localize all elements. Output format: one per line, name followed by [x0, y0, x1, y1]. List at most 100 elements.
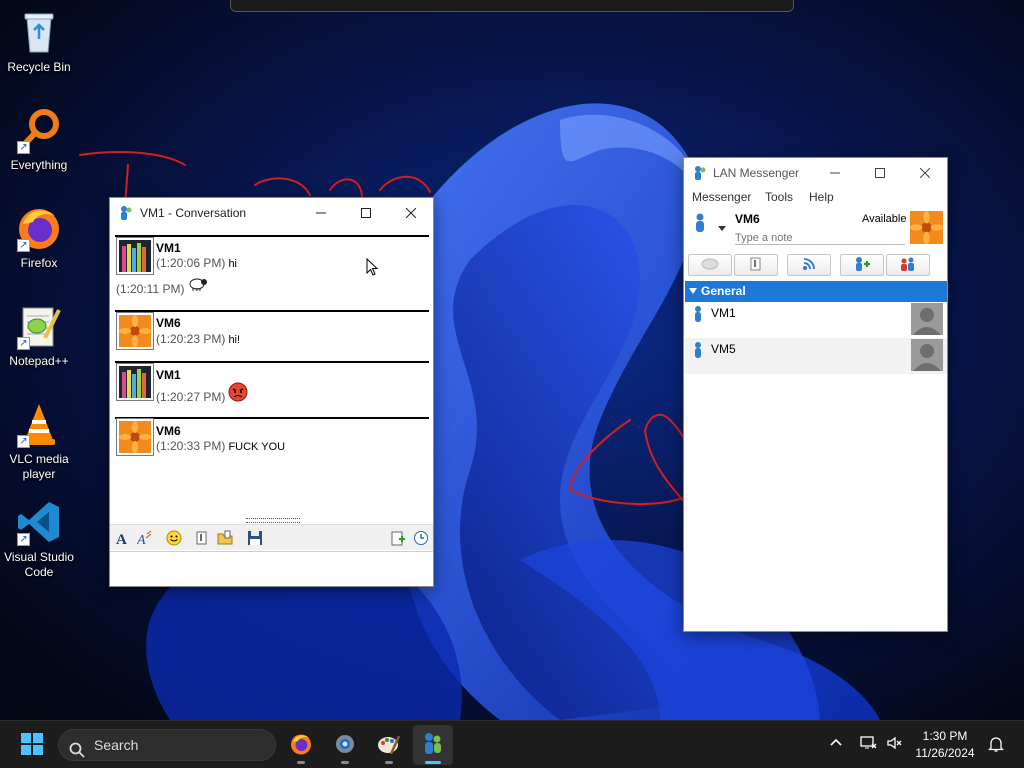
- menu-messenger[interactable]: Messenger: [692, 190, 751, 204]
- broadcast-icon: [801, 256, 817, 275]
- avatar: [116, 312, 154, 350]
- desktop-icon-label: Recycle Bin: [7, 60, 71, 74]
- message-separator: [115, 310, 429, 312]
- user-name: VM6: [735, 212, 760, 226]
- desktop-icon-everything[interactable]: ↗ Everything: [2, 106, 76, 173]
- firefox-icon: ↗: [15, 204, 63, 252]
- clock-time[interactable]: 1:30 PM: [912, 729, 978, 743]
- vscode-icon: ↗: [15, 498, 63, 546]
- close-button[interactable]: [902, 158, 948, 188]
- lan-messenger-window[interactable]: LAN Messenger Messenger Tools Help VM6 A…: [683, 157, 948, 632]
- running-indicator: [297, 761, 305, 764]
- note-input[interactable]: [735, 231, 905, 245]
- volume-muted-icon: [886, 736, 904, 754]
- running-indicator: [385, 761, 393, 764]
- group-button[interactable]: [886, 254, 930, 276]
- volume-button[interactable]: [886, 735, 904, 754]
- svg-text:A: A: [116, 532, 127, 546]
- everything-search-icon: ↗: [15, 106, 63, 154]
- desktop-icon-label: Notepad++: [9, 354, 69, 368]
- splitter-handle[interactable]: [246, 518, 300, 523]
- desktop-icon-vscode[interactable]: ↗ Visual Studio Code: [2, 498, 76, 580]
- status-dropdown-arrow-icon[interactable]: [718, 220, 726, 234]
- message-input[interactable]: [110, 551, 433, 586]
- contact-item[interactable]: VM1: [685, 302, 947, 338]
- taskbar-app-firefox[interactable]: [281, 725, 321, 765]
- font-icon[interactable]: A: [115, 530, 131, 546]
- close-button[interactable]: [388, 198, 434, 228]
- contact-avatar: [911, 303, 943, 335]
- smiley-icon[interactable]: [166, 530, 182, 546]
- message-text: hi!: [228, 334, 241, 346]
- desktop-icon-firefox[interactable]: ↗ Firefox: [2, 204, 76, 271]
- search-icon: [69, 738, 85, 768]
- notifications-button[interactable]: [987, 735, 1005, 756]
- minimize-button[interactable]: [812, 158, 858, 188]
- conversation-window[interactable]: VM1 - Conversation VM1 (1:20:06 PM) hi (…: [109, 197, 434, 587]
- send-file-icon[interactable]: [194, 530, 210, 546]
- menu-help[interactable]: Help: [809, 190, 834, 204]
- maximize-button[interactable]: [343, 198, 389, 228]
- message-separator: [115, 361, 429, 363]
- message-line: (1:20:27 PM): [156, 390, 225, 404]
- contact-status-icon: [694, 342, 702, 361]
- status-label[interactable]: Available: [862, 213, 906, 225]
- export-icon[interactable]: [390, 530, 406, 546]
- group-icon: [899, 256, 917, 275]
- recycle-bin-icon: [15, 8, 63, 56]
- save-icon[interactable]: [247, 530, 263, 546]
- desktop-icon-recycle-bin[interactable]: Recycle Bin: [2, 8, 76, 75]
- lan-messenger-titlebar[interactable]: LAN Messenger: [684, 158, 947, 188]
- top-window-edge: [230, 0, 794, 12]
- add-contact-button[interactable]: [840, 254, 884, 276]
- user-status-icon[interactable]: [694, 213, 708, 236]
- contact-item[interactable]: VM5: [685, 338, 947, 374]
- menu-tools[interactable]: Tools: [765, 190, 793, 204]
- svg-text:A: A: [137, 533, 146, 546]
- maximize-button[interactable]: [857, 158, 903, 188]
- running-indicator: [425, 761, 441, 764]
- window-title: LAN Messenger: [713, 166, 800, 180]
- broadcast-button[interactable]: [787, 254, 831, 276]
- message-sender: VM1: [156, 241, 181, 255]
- clock-date[interactable]: 11/26/2024: [912, 746, 978, 760]
- message-line: (1:20:11 PM): [116, 282, 184, 296]
- send-folder-icon[interactable]: [217, 530, 233, 546]
- message-time: (1:20:11 PM): [116, 282, 185, 296]
- desktop-icon-label: VLC media player: [9, 452, 69, 481]
- group-header-general[interactable]: General: [685, 281, 947, 302]
- start-button[interactable]: [12, 725, 52, 765]
- message-history[interactable]: VM1 (1:20:06 PM) hi (1:20:11 PM) VM6 (1:…: [110, 228, 433, 518]
- send-file-button[interactable]: [734, 254, 778, 276]
- taskbar: Search 1:30 PM 11/26/2024: [0, 720, 1024, 768]
- font-style-icon[interactable]: A: [137, 530, 153, 546]
- message-sender: VM1: [156, 368, 181, 382]
- taskbar-app-lan-messenger[interactable]: [413, 725, 453, 765]
- history-icon[interactable]: [413, 530, 429, 546]
- message-time: (1:20:23 PM): [156, 332, 226, 346]
- network-status-button[interactable]: [860, 735, 878, 754]
- taskbar-app-settings[interactable]: [325, 725, 365, 765]
- message-line: (1:20:33 PM) FUCK YOU: [156, 439, 285, 453]
- conversation-titlebar[interactable]: VM1 - Conversation: [110, 198, 433, 228]
- user-status-area: VM6 Available: [684, 208, 947, 250]
- chat-icon: [701, 257, 719, 274]
- desktop-icon-vlc[interactable]: ↗ VLC media player: [2, 400, 76, 482]
- message-time: (1:20:27 PM): [156, 390, 226, 404]
- avatar: [116, 237, 154, 275]
- lan-messenger-icon: [693, 165, 707, 184]
- notepad-plus-plus-icon: ↗: [15, 302, 63, 350]
- windows-logo-icon: [20, 732, 44, 759]
- message-text: FUCK YOU: [228, 441, 286, 453]
- chat-button[interactable]: [688, 254, 732, 276]
- user-avatar[interactable]: [910, 211, 943, 244]
- avatar: [116, 418, 154, 456]
- action-button-row: [684, 252, 947, 278]
- angry-face-emoticon: [228, 382, 248, 405]
- show-hidden-icons-button[interactable]: [828, 735, 844, 754]
- desktop-icon-notepad-plus-plus[interactable]: ↗ Notepad++: [2, 302, 76, 369]
- taskbar-app-paint[interactable]: [369, 725, 409, 765]
- vlc-icon: ↗: [15, 400, 63, 448]
- taskbar-search-box[interactable]: Search: [58, 729, 276, 761]
- minimize-button[interactable]: [298, 198, 344, 228]
